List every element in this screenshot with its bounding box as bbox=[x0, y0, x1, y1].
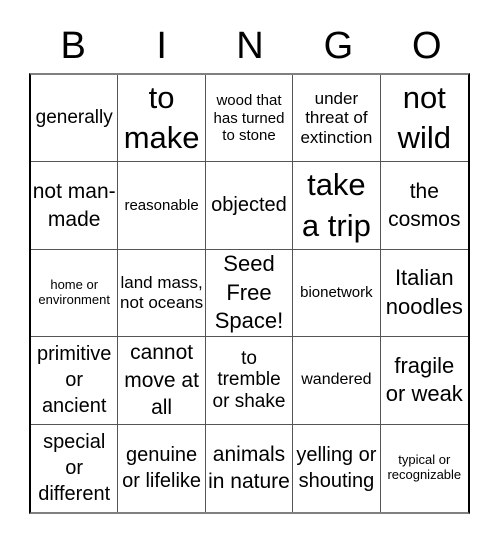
header-letter-i: I bbox=[156, 25, 167, 67]
bingo-cell[interactable]: home or environment bbox=[31, 249, 119, 338]
bingo-cell[interactable]: bionetwork bbox=[293, 249, 381, 338]
bingo-cell[interactable]: genuine or lifelike bbox=[118, 424, 206, 512]
bingo-cell[interactable]: to tremble or shake bbox=[205, 337, 294, 425]
header-letter-b: B bbox=[60, 25, 86, 67]
bingo-cell[interactable]: yelling or shouting bbox=[293, 424, 381, 512]
bingo-cell[interactable]: objected bbox=[205, 162, 294, 250]
bingo-cell[interactable]: land mass, not oceans bbox=[118, 249, 206, 338]
bingo-cell[interactable]: fragile or weak bbox=[380, 337, 468, 425]
bingo-cell[interactable]: special or different bbox=[31, 424, 119, 512]
header-letter-n: N bbox=[236, 25, 264, 67]
bingo-cell[interactable]: under threat of extinction bbox=[293, 75, 381, 163]
bingo-cell[interactable]: to make bbox=[118, 75, 206, 163]
bingo-cell[interactable]: typical or recognizable bbox=[381, 425, 468, 512]
bingo-cell[interactable]: wood that has turned to stone bbox=[205, 75, 294, 163]
bingo-cell[interactable]: Italian noodles bbox=[380, 250, 468, 338]
bingo-grid: generally to make wood that has turned t… bbox=[29, 73, 470, 514]
bingo-cell[interactable]: animals in nature bbox=[206, 424, 294, 512]
bingo-cell[interactable]: take a trip bbox=[293, 162, 381, 250]
bingo-header: B I N G O bbox=[29, 22, 471, 70]
bingo-cell[interactable]: reasonable bbox=[118, 162, 206, 250]
bingo-cell[interactable]: not wild bbox=[380, 75, 468, 163]
header-letter-g: G bbox=[323, 25, 354, 67]
header-letter-o: O bbox=[412, 25, 442, 67]
bingo-cell[interactable]: wandered bbox=[293, 337, 381, 425]
bingo-cell[interactable]: cannot move at all bbox=[118, 337, 206, 425]
free-space-cell[interactable]: Seed Free Space! bbox=[205, 249, 294, 338]
bingo-cell[interactable]: generally bbox=[31, 75, 119, 163]
bingo-cell[interactable]: primitive or ancient bbox=[31, 337, 119, 425]
bingo-cell[interactable]: not man-made bbox=[31, 162, 119, 250]
bingo-cell[interactable]: the cosmos bbox=[380, 162, 468, 250]
